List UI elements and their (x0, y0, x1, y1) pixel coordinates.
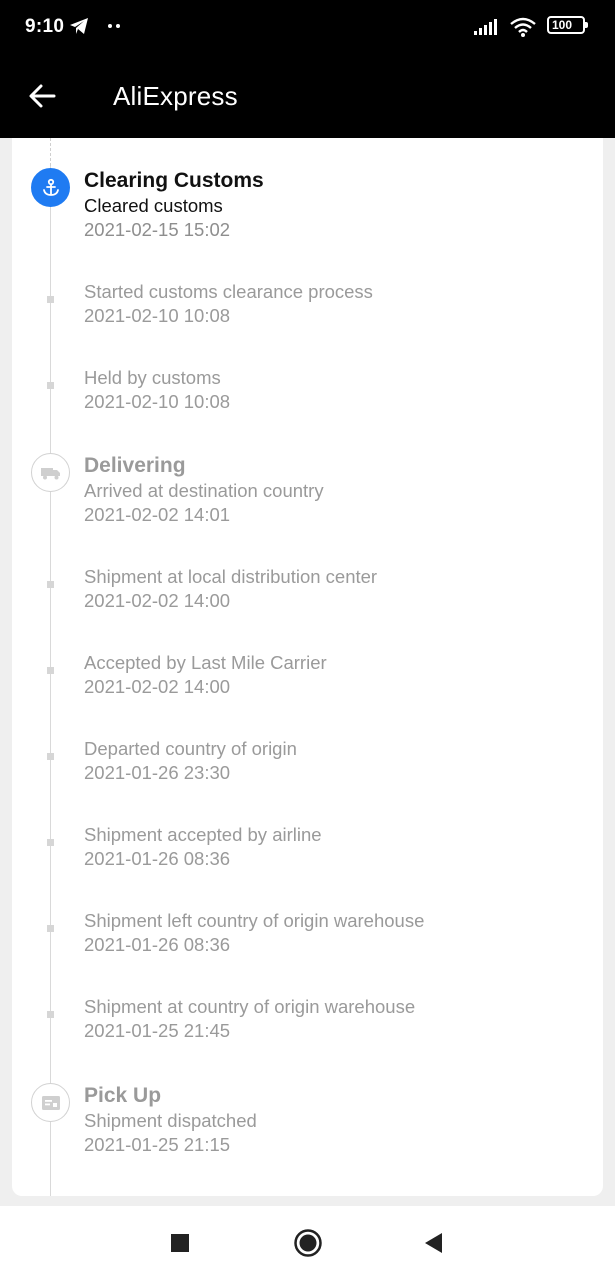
event-description: Shipment at local distribution center (84, 566, 378, 587)
battery-level: 100 (552, 18, 573, 32)
timeline-event: Accepted by Last Mile Carrier 2021-02-02… (12, 651, 603, 701)
timeline-dot (47, 667, 54, 674)
timeline-dot (47, 753, 54, 760)
event-stage-title: Pick Up (84, 1084, 162, 1107)
event-time: 2021-02-02 14:00 (84, 676, 231, 697)
arrow-left-icon (29, 84, 56, 108)
timeline-event: Shipment accepted by airline 2021-01-26 … (12, 823, 603, 873)
status-left-icons (68, 15, 124, 42)
event-time: 2021-01-26 08:36 (84, 934, 231, 955)
back-button[interactable] (26, 79, 62, 113)
event-time: 2021-01-26 23:30 (84, 762, 231, 783)
home-icon (294, 1229, 322, 1257)
timeline-dot (47, 1011, 54, 1018)
timeline-event: Clearing Customs Cleared customs 2021-02… (12, 168, 603, 248)
back-triangle-icon (425, 1233, 442, 1253)
event-description: Started customs clearance process (84, 281, 373, 302)
event-description: Accepted by Last Mile Carrier (84, 652, 327, 673)
event-stage-title: Clearing Customs (84, 169, 264, 192)
event-description: Departed country of origin (84, 738, 297, 759)
timeline-dot (47, 839, 54, 846)
status-right-icons: 100 (474, 15, 588, 41)
event-description: Shipment left country of origin warehous… (84, 910, 425, 931)
timeline-dot (47, 925, 54, 932)
system-nav-bar (0, 1206, 615, 1280)
event-time: 2021-01-26 08:36 (84, 848, 231, 869)
event-description: Shipment dispatched (84, 1110, 257, 1131)
timeline-event: Shipment at country of origin warehouse … (12, 995, 603, 1045)
telegram-icon (70, 18, 88, 34)
recents-icon (171, 1234, 189, 1252)
truck-icon (31, 453, 70, 492)
event-time: 2021-02-10 10:08 (84, 391, 231, 412)
wifi-icon (509, 17, 536, 37)
timeline-event: Held by customs 2021-02-10 10:08 (12, 366, 603, 416)
event-time: 2021-01-25 21:45 (84, 1020, 231, 1041)
back-nav-button[interactable] (423, 1232, 445, 1254)
recents-button[interactable] (170, 1233, 190, 1253)
app-bar: AliExpress (0, 55, 615, 138)
status-bar: 9:10 100 (0, 0, 615, 55)
event-stage-title: Delivering (84, 454, 186, 477)
status-time: 9:10 (25, 16, 65, 37)
more-dots-icon (108, 24, 121, 28)
timeline-line-dashed (50, 138, 51, 166)
event-time: 2021-01-25 21:15 (84, 1134, 231, 1155)
timeline-event: Shipment left country of origin warehous… (12, 909, 603, 959)
event-description: Arrived at destination country (84, 480, 324, 501)
timeline-event: Departed country of origin 2021-01-26 23… (12, 737, 603, 787)
timeline-event: Pick Up Shipment dispatched 2021-01-25 2… (12, 1083, 603, 1163)
package-icon (31, 1083, 70, 1122)
timeline-dot (47, 382, 54, 389)
event-description: Shipment at country of origin warehouse (84, 996, 416, 1017)
event-time: 2021-02-02 14:00 (84, 590, 231, 611)
page-title: AliExpress (113, 81, 238, 111)
event-time: 2021-02-15 15:02 (84, 219, 231, 240)
timeline-event: Shipment at local distribution center 20… (12, 565, 603, 615)
event-description: Cleared customs (84, 195, 223, 216)
event-time: 2021-02-10 10:08 (84, 305, 231, 326)
event-time: 2021-02-02 14:01 (84, 504, 231, 525)
signal-icon (474, 19, 498, 35)
timeline-dot (47, 581, 54, 588)
timeline-event: Started customs clearance process 2021-0… (12, 280, 603, 330)
anchor-icon (31, 168, 70, 207)
event-description: Held by customs (84, 367, 221, 388)
timeline-dot (47, 296, 54, 303)
tracking-timeline-card: Clearing Customs Cleared customs 2021-02… (12, 138, 603, 1196)
home-button[interactable] (293, 1228, 323, 1258)
event-description: Shipment accepted by airline (84, 824, 322, 845)
battery-icon: 100 (547, 16, 588, 34)
timeline-event: Delivering Arrived at destination countr… (12, 453, 603, 533)
